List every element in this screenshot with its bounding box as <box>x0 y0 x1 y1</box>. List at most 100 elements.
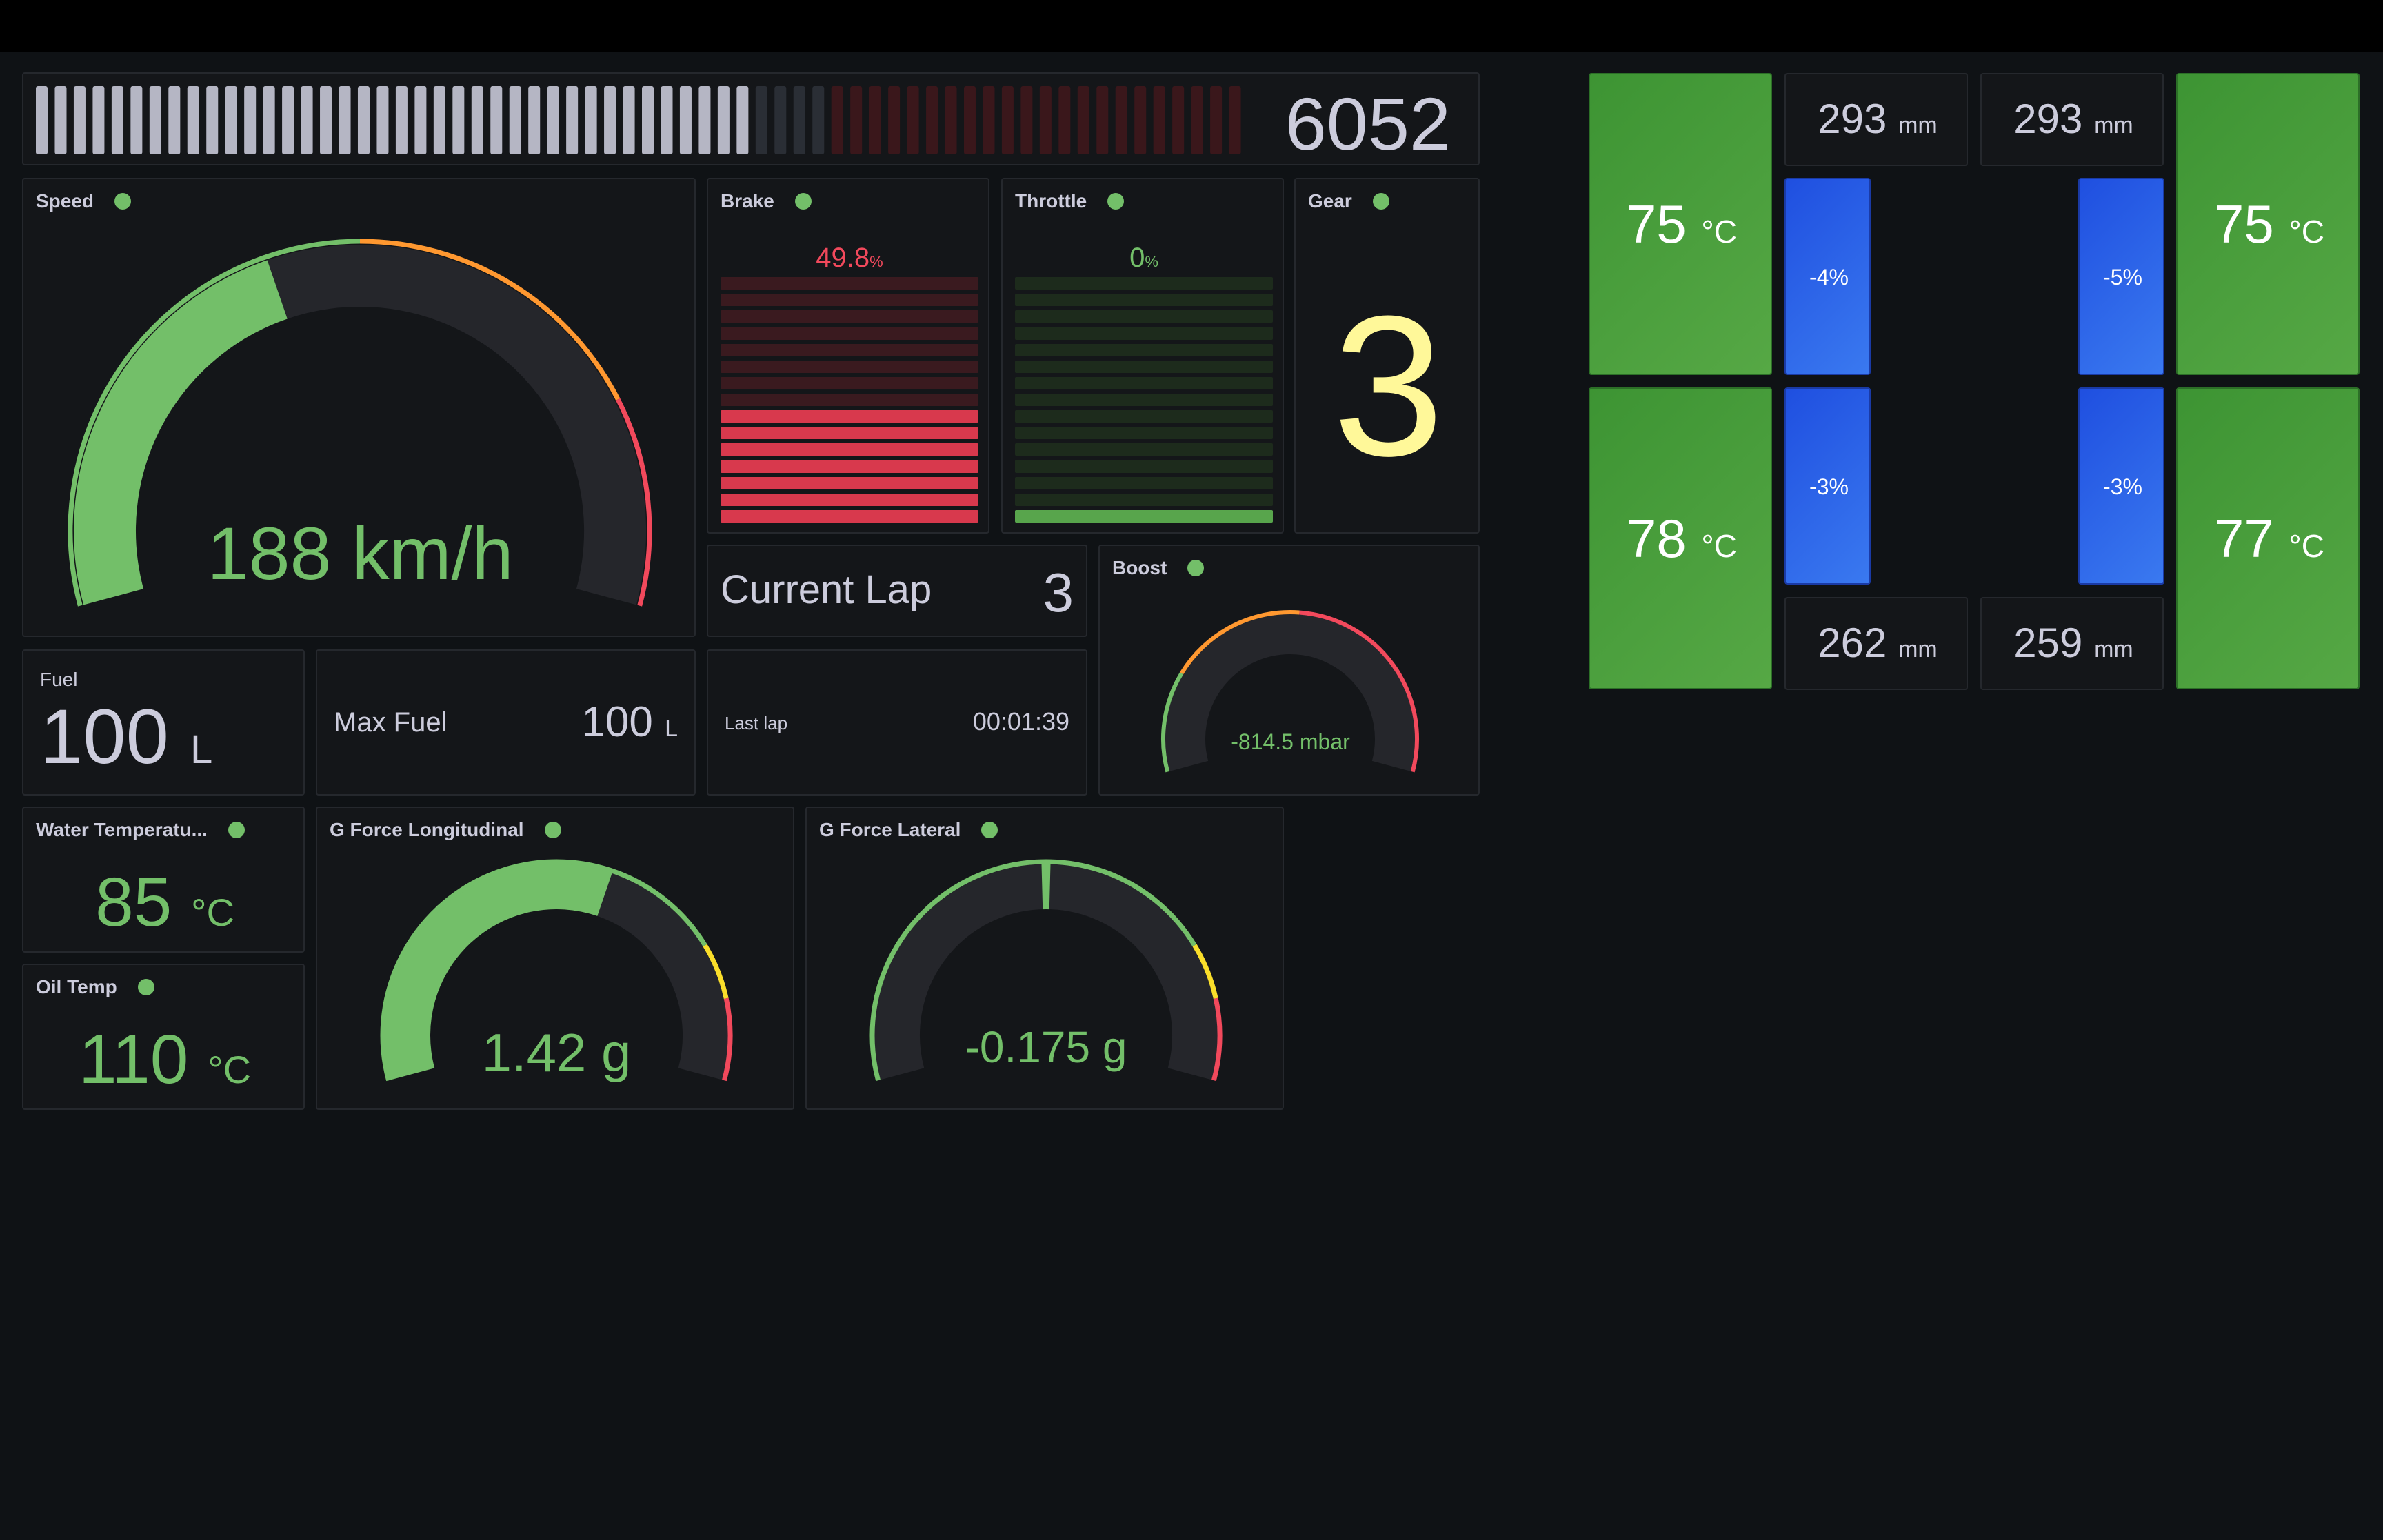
bar-segment <box>721 310 978 323</box>
bar-segment <box>1015 509 1273 523</box>
boost-panel: Boost -814.5 mbar <box>1098 545 1480 796</box>
bar-segment <box>1015 310 1273 323</box>
tire-rl-temp: 78 °C <box>1589 387 1772 689</box>
rpm-segment <box>945 86 957 154</box>
gear-title: Gear <box>1308 190 1352 212</box>
tire-rr-temp-unit: °C <box>2289 528 2325 564</box>
rpm-segment <box>1191 86 1203 154</box>
throttle-number: 0 <box>1129 243 1145 273</box>
fuel-title: Fuel <box>40 669 78 690</box>
rpm-segment <box>793 86 805 154</box>
status-dot <box>228 822 245 838</box>
rpm-segment-active <box>547 86 559 154</box>
rpm-segment <box>1134 86 1147 154</box>
g-long-panel: G Force Longitudinal 1.42 g <box>316 807 794 1110</box>
status-dot <box>794 193 812 210</box>
g-long-value: 1.42 g <box>481 1022 632 1083</box>
water-temp-value: 85 °C <box>23 863 306 942</box>
tire-rr-wear: -3% <box>2078 387 2164 585</box>
boost-value: -814.5 mbar <box>1231 729 1350 754</box>
susp-fr-unit: mm <box>2094 112 2133 139</box>
rpm-segment-active <box>92 86 105 154</box>
rpm-segment <box>1229 86 1241 154</box>
bar-segment <box>721 443 978 456</box>
rpm-panel: 6052 <box>22 72 1480 165</box>
water-temp-unit: °C <box>191 891 234 934</box>
rpm-segment <box>850 86 863 154</box>
rpm-segment-active <box>376 86 389 154</box>
bar-segment <box>721 327 978 340</box>
bar-segment <box>1015 493 1273 506</box>
rpm-value: 6052 <box>1285 82 1451 165</box>
rpm-segment-active <box>585 86 597 154</box>
rpm-segment-active <box>187 86 199 154</box>
bar-segment <box>721 493 978 506</box>
tire-rl-temp-value: 78 °C <box>1590 507 1773 570</box>
rpm-segment-active <box>414 86 427 154</box>
bar-segment <box>1015 376 1273 389</box>
oil-temp-number: 110 <box>78 1021 189 1098</box>
rpm-segment <box>983 86 995 154</box>
rpm-segment <box>812 86 825 154</box>
throttle-value: 0% <box>1003 243 1285 274</box>
rpm-segment-active <box>509 86 521 154</box>
bar-segment <box>721 509 978 523</box>
throttle-panel: Throttle 0% <box>1001 178 1284 534</box>
speed-value: 188 km/h <box>207 511 514 595</box>
status-dot <box>1107 193 1125 210</box>
susp-rl-number: 262 <box>1818 620 1887 666</box>
tire-fl-temp-value: 75 °C <box>1590 193 1773 256</box>
rpm-segment-active <box>661 86 673 154</box>
tire-fr-temp: 75 °C <box>2176 73 2360 375</box>
susp-fr-panel: 293 mm <box>1980 73 2164 166</box>
max-fuel-panel: Max Fuel 100 L <box>316 649 696 796</box>
tire-rr-temp-number: 77 <box>2213 508 2274 569</box>
rpm-segment-active <box>111 86 123 154</box>
fuel-panel: Fuel 100 L <box>22 649 305 796</box>
oil-temp-unit: °C <box>208 1048 252 1091</box>
oil-temp-value: 110 °C <box>23 1020 306 1100</box>
tire-fr-temp-unit: °C <box>2289 214 2325 250</box>
rpm-segment-active <box>471 86 483 154</box>
water-temp-number: 85 <box>95 864 172 941</box>
susp-fr-value: 293 mm <box>1982 95 2165 143</box>
rpm-bar <box>36 86 1241 154</box>
g-lat-panel: G Force Lateral -0.175 g <box>805 807 1284 1110</box>
susp-rl-unit: mm <box>1898 636 1938 662</box>
rpm-segment-active <box>395 86 408 154</box>
rpm-segment-active <box>604 86 616 154</box>
oil-temp-title: Oil Temp <box>36 976 117 997</box>
brake-bar-gauge <box>721 277 978 523</box>
bar-segment <box>1015 427 1273 440</box>
tire-fl-temp-number: 75 <box>1626 194 1687 254</box>
rpm-segment <box>926 86 938 154</box>
bar-segment <box>721 376 978 389</box>
brake-title: Brake <box>721 190 774 212</box>
rpm-segment <box>1096 86 1109 154</box>
rpm-segment-active <box>54 86 67 154</box>
tire-fr-temp-number: 75 <box>2213 194 2274 254</box>
g-lat-value: -0.175 g <box>965 1022 1127 1072</box>
susp-rl-panel: 262 mm <box>1784 597 1968 690</box>
susp-rr-panel: 259 mm <box>1980 597 2164 690</box>
rpm-segment-active <box>320 86 332 154</box>
bar-segment <box>1015 393 1273 407</box>
rpm-segment-active <box>623 86 635 154</box>
susp-fr-number: 293 <box>2013 96 2083 142</box>
rpm-segment <box>831 86 843 154</box>
rpm-segment-active <box>339 86 351 154</box>
rpm-segment-active <box>736 86 749 154</box>
rpm-segment-active <box>206 86 219 154</box>
tire-rl-temp-unit: °C <box>1701 528 1738 564</box>
oil-temp-panel: Oil Temp 110 °C <box>22 964 305 1110</box>
rpm-segment-active <box>490 86 503 154</box>
rpm-segment-active <box>679 86 692 154</box>
bar-segment <box>1015 443 1273 456</box>
rpm-segment-active <box>130 86 143 154</box>
last-lap-value: 00:01:39 <box>972 707 1069 736</box>
tire-fr-wear-value: -5% <box>2103 265 2142 290</box>
gear-value: 3 <box>1332 274 1445 498</box>
susp-fl-value: 293 mm <box>1786 95 1969 143</box>
rpm-segment <box>907 86 919 154</box>
bar-segment <box>1015 410 1273 423</box>
